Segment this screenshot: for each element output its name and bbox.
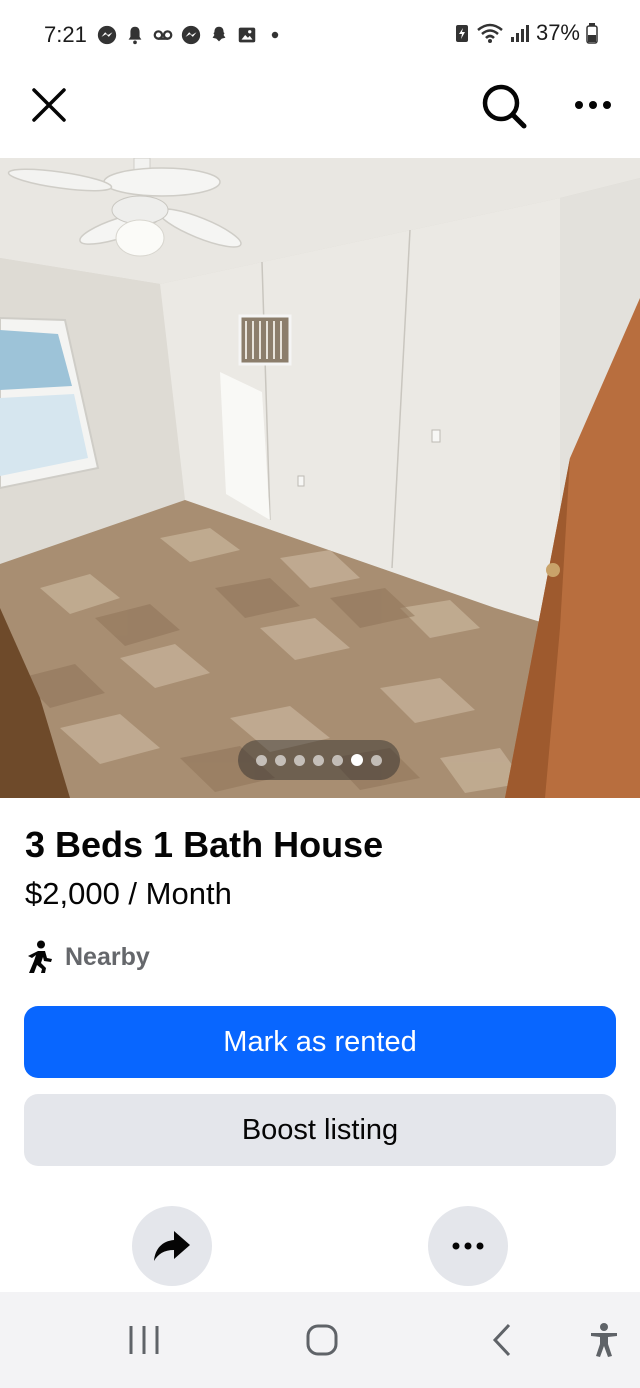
dot-icon — [271, 31, 279, 39]
pager-dot — [313, 754, 324, 766]
snapchat-icon — [212, 26, 226, 42]
room-photo-illustration — [0, 158, 640, 798]
back-button[interactable] — [462, 1292, 542, 1388]
close-icon — [32, 88, 66, 122]
more-icon — [575, 101, 611, 109]
more-icon — [452, 1242, 484, 1250]
listing-price: $2,000 / Month — [25, 876, 232, 911]
mark-as-rented-button[interactable]: Mark as rented — [24, 1006, 616, 1078]
top-bar — [0, 70, 640, 158]
status-bar: 7:21 37% — [0, 0, 640, 70]
back-icon — [492, 1323, 511, 1357]
wifi-icon — [477, 23, 503, 43]
notification-icons — [96, 24, 286, 46]
share-icon — [154, 1231, 190, 1261]
battery-saver-icon — [455, 25, 468, 42]
pager-dot — [275, 754, 286, 766]
signal-icon — [510, 25, 529, 42]
more-options-button[interactable] — [568, 78, 618, 132]
search-icon — [482, 84, 527, 129]
accessibility-icon — [591, 1323, 617, 1357]
system-navigation-bar — [0, 1292, 640, 1388]
boost-listing-button[interactable]: Boost listing — [24, 1094, 616, 1166]
pager-dot — [256, 754, 267, 766]
distance-row: Nearby — [25, 940, 150, 974]
home-icon — [306, 1324, 338, 1356]
notification-bell-icon — [128, 26, 142, 45]
listing-title: 3 Beds 1 Bath House — [25, 824, 384, 865]
voicemail-icon — [153, 30, 173, 40]
more-actions-button[interactable] — [428, 1206, 508, 1286]
search-button[interactable] — [474, 76, 534, 136]
messenger-icon — [97, 25, 117, 45]
recent-apps-button[interactable] — [104, 1292, 184, 1388]
pager-dot-active — [351, 754, 363, 766]
distance-label: Nearby — [65, 942, 150, 971]
status-time: 7:21 — [44, 22, 87, 47]
battery-icon — [586, 23, 598, 44]
accessibility-button[interactable] — [574, 1292, 634, 1388]
pager-dot — [371, 754, 382, 766]
pager-dot — [294, 754, 305, 766]
system-icons: 37% — [454, 20, 598, 46]
share-button[interactable] — [132, 1206, 212, 1286]
gallery-icon — [238, 27, 256, 43]
home-button[interactable] — [282, 1292, 362, 1388]
pager-dot — [332, 754, 343, 766]
listing-photo[interactable] — [0, 158, 640, 798]
recent-apps-icon — [129, 1326, 159, 1354]
messenger-icon — [181, 25, 201, 45]
close-button[interactable] — [22, 78, 76, 132]
photo-pager-dots — [238, 740, 400, 780]
walking-icon — [28, 940, 52, 973]
battery-percent: 37% — [535, 20, 580, 45]
